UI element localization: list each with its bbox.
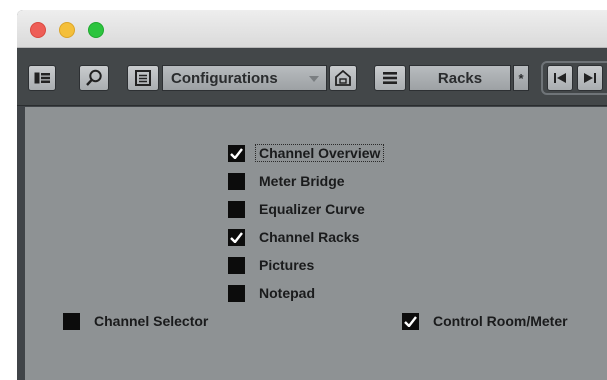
menu-icon	[383, 72, 397, 84]
left-zone-toggle-button[interactable]	[28, 65, 56, 91]
close-window-button[interactable]	[30, 22, 46, 38]
option-label: Channel Overview	[255, 144, 385, 162]
option-meter-bridge[interactable]: Meter Bridge	[228, 170, 345, 192]
option-label: Pictures	[259, 257, 315, 273]
checkmark-icon	[230, 231, 243, 243]
configuration-home-button[interactable]	[329, 65, 357, 91]
maximize-window-button[interactable]	[88, 22, 104, 38]
search-icon	[86, 69, 102, 86]
option-equalizer-curve[interactable]: Equalizer Curve	[228, 198, 365, 220]
star-label: *	[518, 70, 524, 86]
mixer-window: Configurations Racks * Channel Overview …	[17, 10, 607, 380]
checkbox[interactable]	[228, 200, 245, 218]
skip-forward-icon	[584, 73, 596, 83]
option-label: Notepad	[259, 285, 315, 301]
configurations-dropdown[interactable]: Configurations	[162, 65, 327, 91]
checkmark-icon	[404, 315, 417, 327]
configurations-label: Configurations	[171, 69, 278, 87]
option-label: Control Room/Meter	[433, 313, 568, 329]
option-control-room-meter[interactable]: Control Room/Meter	[402, 310, 568, 332]
checkmark-icon	[230, 147, 243, 159]
checkbox[interactable]	[63, 312, 80, 330]
checkbox[interactable]	[228, 144, 245, 162]
option-pictures[interactable]: Pictures	[228, 254, 314, 276]
go-to-end-button[interactable]	[577, 65, 603, 91]
option-label: Meter Bridge	[259, 173, 345, 189]
checkbox[interactable]	[228, 284, 245, 302]
view-options-panel: Channel Overview Meter Bridge Equalizer …	[25, 107, 607, 380]
racks-favorite-button[interactable]: *	[513, 65, 529, 91]
checkbox[interactable]	[228, 228, 245, 246]
go-to-start-button[interactable]	[547, 65, 573, 91]
racks-label: Racks	[437, 69, 483, 87]
skip-back-icon	[554, 73, 566, 83]
option-channel-racks[interactable]: Channel Racks	[228, 226, 359, 248]
option-channel-overview[interactable]: Channel Overview	[228, 142, 385, 164]
checkbox[interactable]	[402, 312, 419, 330]
checkbox[interactable]	[228, 256, 245, 274]
racks-menu-button[interactable]	[374, 65, 406, 91]
toolbar: Configurations Racks *	[17, 49, 607, 106]
option-notepad[interactable]: Notepad	[228, 282, 315, 304]
configurations-list-button[interactable]	[127, 65, 159, 91]
racks-button[interactable]: Racks	[409, 65, 511, 91]
option-label: Equalizer Curve	[259, 201, 365, 217]
chevron-down-icon	[309, 76, 319, 82]
list-icon	[135, 70, 151, 86]
left-zone-icon	[34, 72, 50, 84]
option-label: Channel Racks	[259, 229, 360, 245]
minimize-window-button[interactable]	[59, 22, 75, 38]
option-channel-selector[interactable]: Channel Selector	[63, 310, 208, 332]
option-label: Channel Selector	[94, 313, 209, 329]
house-icon	[335, 70, 351, 86]
transport-group	[541, 61, 607, 95]
checkbox[interactable]	[228, 172, 245, 190]
title-bar	[17, 10, 607, 48]
search-button[interactable]	[79, 65, 109, 91]
